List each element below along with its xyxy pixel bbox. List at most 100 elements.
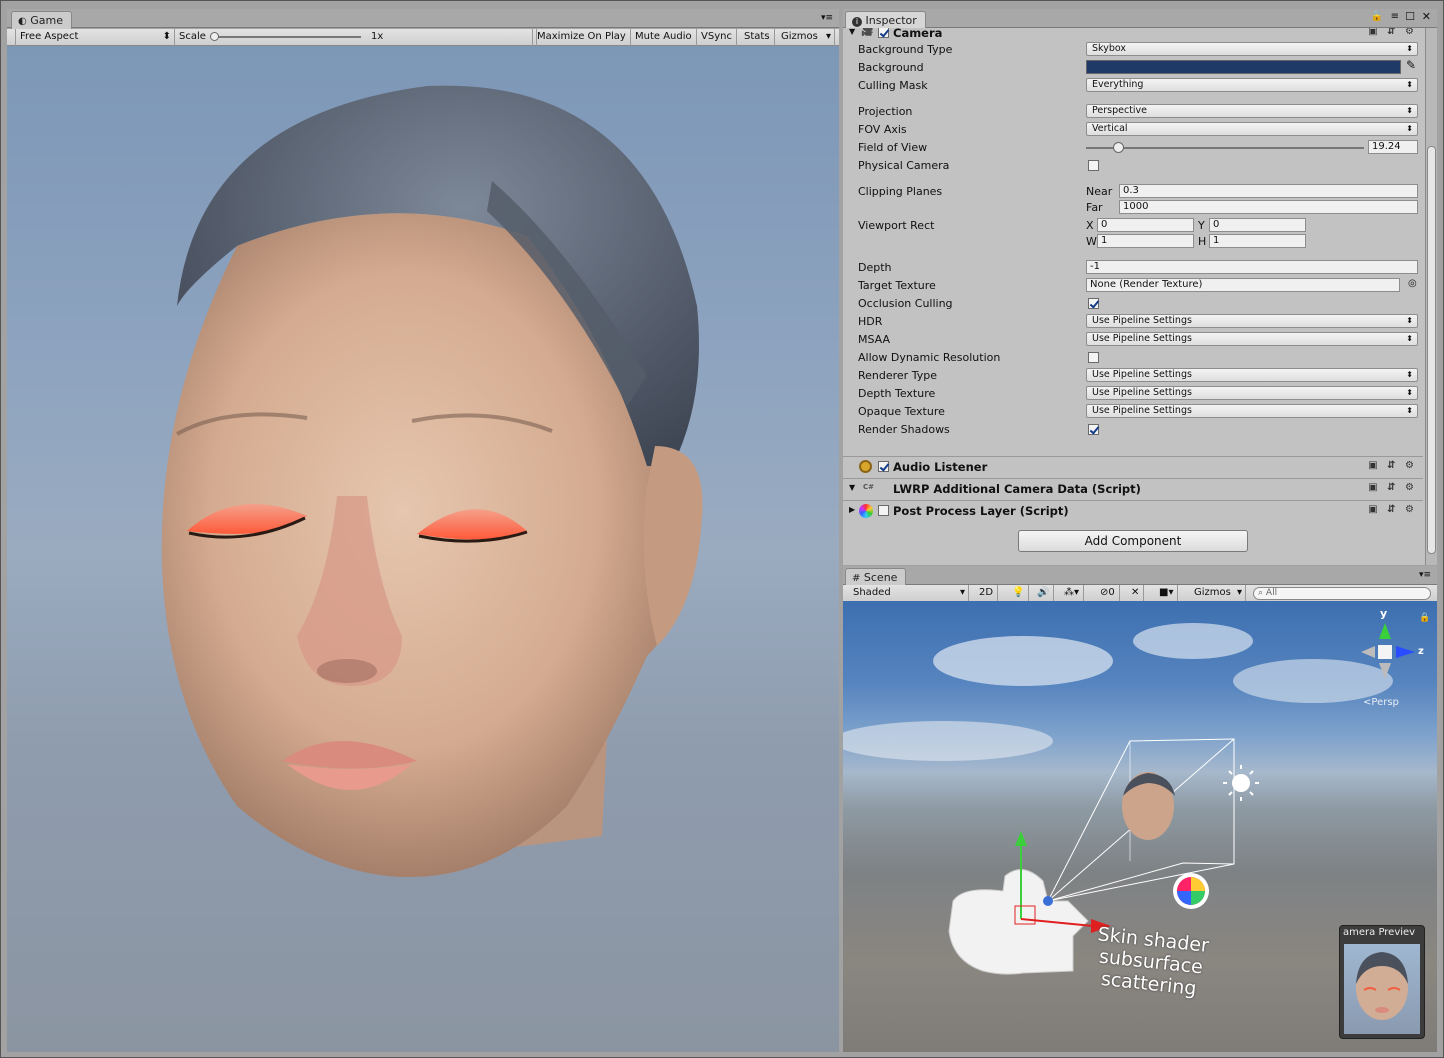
camera-component-header[interactable]: ▼ 🎥 Camera ▣ ⇵ ⚙ [843,28,1423,40]
background-color-swatch[interactable] [1086,60,1401,74]
menu-icon[interactable]: ▾≡ [1419,570,1431,580]
depth-texture-label: Depth Texture [858,387,936,400]
dynamic-resolution-label: Allow Dynamic Resolution [858,351,1001,364]
dropdown-arrow-icon: ⬍ [1406,106,1413,115]
render-shadows-checkbox[interactable] [1088,424,1099,435]
game-icon: ◐ [18,16,27,27]
foldout-arrow-icon[interactable]: ▼ [849,28,855,36]
scene-search-input[interactable]: ⌕ All [1253,587,1431,600]
audio-toggle-icon[interactable]: 🔊 [1033,585,1055,602]
near-label: Near [1086,185,1113,198]
target-texture-field[interactable]: None (Render Texture) [1086,278,1400,292]
tools-toggle-icon[interactable]: ✕ [1127,585,1145,602]
hidden-objects-toggle[interactable]: ⊘0 [1096,585,1120,602]
game-viewport[interactable] [7,46,839,1052]
mute-audio-button[interactable]: Mute Audio [631,29,697,46]
viewport-h-label: H [1198,235,1207,248]
background-type-dropdown[interactable]: Skybox ⬍ [1086,42,1418,56]
window-menu-icon[interactable]: ≡ [1391,11,1399,22]
scene-viewport[interactable]: y z 🔒 <Persp Skin shader subsurface scat… [843,601,1437,1052]
occlusion-culling-checkbox[interactable] [1088,298,1099,309]
opaque-texture-dropdown[interactable]: Use Pipeline Settings ⬍ [1086,404,1418,418]
gizmos-button[interactable]: Gizmos ▾ [777,29,835,46]
lwrp-camera-data-header[interactable]: ▼ C# LWRP Additional Camera Data (Script… [843,478,1423,500]
far-label: Far [1086,201,1103,214]
culling-mask-dropdown[interactable]: Everything ⬍ [1086,78,1418,92]
camera-preview-panel[interactable]: amera Previev [1339,925,1425,1039]
eyedropper-icon[interactable]: ✎ [1406,58,1416,72]
lock-icon[interactable]: 🔒 [1371,11,1383,22]
physical-camera-checkbox[interactable] [1088,160,1099,171]
projection-dropdown[interactable]: Perspective ⬍ [1086,104,1418,118]
physical-camera-label: Physical Camera [858,159,950,172]
shading-dropdown[interactable]: Shaded ▾ [849,585,969,602]
object-picker-icon[interactable]: ◎ [1408,278,1417,289]
aspect-dropdown[interactable]: Free Aspect ⬍ [15,29,175,46]
maximize-icon[interactable]: ☐ [1405,10,1415,23]
near-field[interactable]: 0.3 [1119,184,1418,198]
fov-slider-track[interactable] [1086,147,1364,149]
viewport-rect-label: Viewport Rect [858,219,935,232]
component-header-icons[interactable]: ▣ ⇵ ⚙ [1368,482,1417,493]
tab-game[interactable]: ◐ Game [11,11,72,29]
post-process-layer-header[interactable]: ▶ Post Process Layer (Script) ▣ ⇵ ⚙ [843,500,1423,522]
inspector-panel: ▼ 🎥 Camera ▣ ⇵ ⚙ Background Type Skybox ⬍… [843,28,1437,565]
add-component-button[interactable]: Add Component [1018,530,1248,552]
foldout-arrow-icon[interactable]: ▼ [849,483,855,492]
depth-texture-dropdown[interactable]: Use Pipeline Settings ⬍ [1086,386,1418,400]
preview-head [1356,952,1408,1020]
viewport-x-label: X [1086,219,1094,232]
dropdown-arrow-icon: ⬍ [1406,44,1413,53]
camera-settings-icon[interactable]: ■▾ [1155,585,1179,602]
audio-listener-checkbox[interactable] [878,461,889,472]
scene-lock-icon[interactable]: 🔒 [1419,613,1430,623]
menu-icon[interactable]: ▾≡ [821,13,833,23]
script-icon: C# [863,483,875,491]
axis-y-label: y [1380,607,1388,620]
hdr-dropdown[interactable]: Use Pipeline Settings ⬍ [1086,314,1418,328]
hdr-label: HDR [858,315,883,328]
close-icon[interactable]: ✕ [1422,10,1431,23]
component-header-icons[interactable]: ▣ ⇵ ⚙ [1368,460,1417,471]
far-field[interactable]: 1000 [1119,200,1418,214]
scale-control[interactable]: Scale 1x [175,29,537,46]
lighting-toggle-icon[interactable]: 💡 [1008,585,1030,602]
viewport-w-field[interactable]: 1 [1097,234,1194,248]
tab-inspector[interactable]: i Inspector [845,11,926,29]
component-header-icons[interactable]: ▣ ⇵ ⚙ [1368,504,1417,515]
dynamic-resolution-checkbox[interactable] [1088,352,1099,363]
renderer-type-dropdown[interactable]: Use Pipeline Settings ⬍ [1086,368,1418,382]
stats-button[interactable]: Stats [740,29,775,46]
camera-enabled-checkbox[interactable] [878,28,889,38]
dropdown-arrow-icon: ⬍ [1406,124,1413,133]
post-process-checkbox[interactable] [878,505,889,516]
scene-gizmos-dropdown[interactable]: Gizmos ▾ [1190,585,1246,602]
viewport-x-field[interactable]: 0 [1097,218,1194,232]
inspector-scrollbar[interactable] [1425,28,1437,565]
depth-field[interactable]: -1 [1086,260,1418,274]
maximize-on-play-button[interactable]: Maximize On Play [532,29,631,46]
fov-axis-dropdown[interactable]: Vertical ⬍ [1086,122,1418,136]
vsync-button[interactable]: VSync [697,29,737,46]
fov-value-field[interactable]: 19.24 [1368,140,1418,154]
msaa-dropdown[interactable]: Use Pipeline Settings ⬍ [1086,332,1418,346]
2d-toggle[interactable]: 2D [975,585,999,602]
foldout-arrow-icon[interactable]: ▶ [849,505,855,514]
viewport-y-field[interactable]: 0 [1209,218,1306,232]
scale-slider-thumb[interactable] [210,32,219,41]
audio-listener-header[interactable]: Audio Listener ▣ ⇵ ⚙ [843,456,1423,478]
search-icon: ⌕ [1258,588,1264,598]
dropdown-arrow-icon: ▾ [825,31,831,42]
viewport-h-field[interactable]: 1 [1209,234,1306,248]
renderer-type-label: Renderer Type [858,369,937,382]
scale-slider[interactable] [213,36,361,38]
fov-slider-thumb[interactable] [1113,142,1124,153]
viewport-w-label: W [1086,235,1097,248]
persp-label[interactable]: <Persp [1363,697,1399,708]
component-header-icons[interactable]: ▣ ⇵ ⚙ [1368,28,1417,37]
tab-scene[interactable]: # Scene [845,568,907,586]
effects-toggle-icon[interactable]: ⁂▾ [1060,585,1085,602]
scrollbar-thumb[interactable] [1427,146,1436,554]
clipping-planes-label: Clipping Planes [858,185,943,198]
camera-preview-title: amera Previev [1343,927,1416,938]
